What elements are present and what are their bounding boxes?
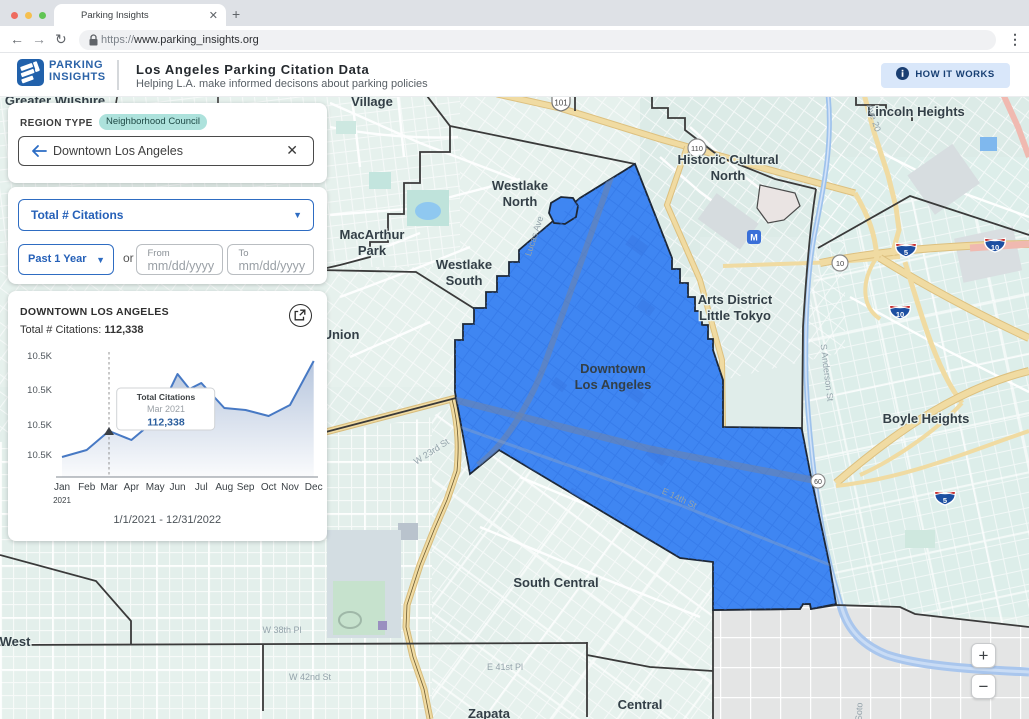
svg-text:Arts District: Arts District bbox=[698, 292, 773, 307]
svg-text:10: 10 bbox=[896, 310, 904, 319]
svg-text:Boyle Heights: Boyle Heights bbox=[883, 411, 970, 426]
svg-text:10.5K: 10.5K bbox=[27, 450, 52, 461]
svg-text:MacArthur: MacArthur bbox=[339, 227, 404, 242]
svg-text:Zapata: Zapata bbox=[468, 706, 511, 719]
svg-text:Union: Union bbox=[323, 327, 360, 342]
svg-text:10.5K: 10.5K bbox=[27, 385, 52, 396]
svg-text:Lincoln Heights: Lincoln Heights bbox=[867, 104, 965, 119]
svg-text:Westlake: Westlake bbox=[492, 178, 548, 193]
svg-text:Soto: Soto bbox=[854, 702, 865, 719]
svg-text:5: 5 bbox=[943, 496, 947, 505]
svg-text:10: 10 bbox=[836, 259, 844, 268]
svg-text:Mar: Mar bbox=[100, 482, 118, 493]
svg-text:Feb: Feb bbox=[78, 482, 96, 493]
svg-text:W 42nd St: W 42nd St bbox=[289, 672, 332, 682]
svg-text:10.5K: 10.5K bbox=[27, 351, 52, 362]
svg-text:Dec: Dec bbox=[305, 482, 323, 493]
svg-text:Los Angeles: Los Angeles bbox=[575, 377, 652, 392]
svg-text:Historic Cultural: Historic Cultural bbox=[677, 152, 778, 167]
svg-text:Central: Central bbox=[618, 697, 663, 712]
svg-text:Jul: Jul bbox=[195, 482, 208, 493]
svg-text:North: North bbox=[711, 168, 746, 183]
svg-text:101: 101 bbox=[554, 99, 568, 108]
svg-text:Apr: Apr bbox=[124, 482, 140, 493]
svg-text:Little Tokyo: Little Tokyo bbox=[699, 308, 771, 323]
svg-text:North: North bbox=[503, 194, 538, 209]
svg-text:Mar 2021: Mar 2021 bbox=[147, 404, 185, 414]
svg-text:Total Citations: Total Citations bbox=[137, 392, 196, 402]
svg-text:Westlake: Westlake bbox=[436, 257, 492, 272]
svg-text:South: South bbox=[446, 273, 483, 288]
svg-text:5: 5 bbox=[904, 248, 908, 257]
svg-text:10: 10 bbox=[991, 243, 999, 252]
svg-text:Oct: Oct bbox=[261, 482, 277, 493]
svg-text:W 38th Pl: W 38th Pl bbox=[262, 625, 301, 635]
svg-text:Jan: Jan bbox=[54, 482, 70, 493]
svg-text:Park: Park bbox=[358, 243, 387, 258]
svg-text:2021: 2021 bbox=[53, 496, 71, 505]
svg-text:Sep: Sep bbox=[237, 482, 255, 493]
svg-text:M: M bbox=[750, 233, 758, 243]
svg-text:West: West bbox=[0, 634, 31, 649]
svg-text:South Central: South Central bbox=[513, 575, 598, 590]
svg-text:May: May bbox=[146, 482, 165, 493]
svg-text:Aug: Aug bbox=[215, 482, 233, 493]
svg-text:112,338: 112,338 bbox=[147, 416, 185, 428]
svg-text:60: 60 bbox=[814, 479, 822, 486]
svg-text:E 41st Pl: E 41st Pl bbox=[487, 662, 523, 672]
svg-text:Downtown: Downtown bbox=[580, 361, 646, 376]
svg-text:Nov: Nov bbox=[281, 482, 299, 493]
svg-text:10.5K: 10.5K bbox=[27, 420, 52, 431]
svg-text:Jun: Jun bbox=[169, 482, 185, 493]
svg-text:Village: Village bbox=[351, 97, 393, 109]
